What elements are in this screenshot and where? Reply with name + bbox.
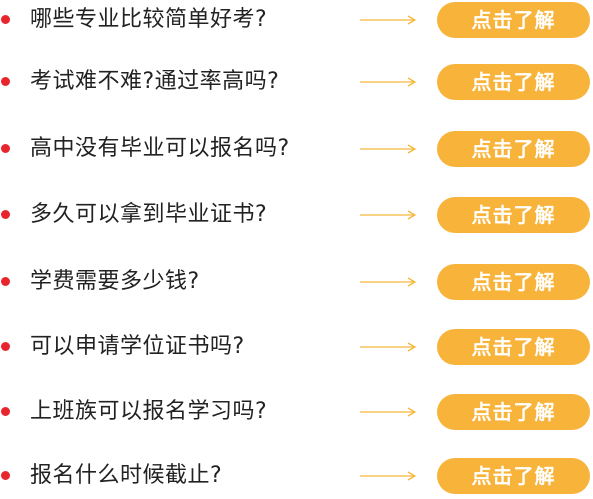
faq-question: 多久可以拿到毕业证书?: [30, 202, 268, 227]
arrow-right-icon: [360, 14, 416, 26]
red-dot-icon: [1, 210, 10, 219]
faq-item: 可以申请学位证书吗? 点击了解: [0, 327, 593, 367]
arrow-right-icon: [360, 276, 416, 288]
learn-more-button[interactable]: 点击了解: [437, 394, 590, 430]
faq-list: 哪些专业比较简单好考? 点击了解 考试难不难?通过率高吗? 点击了解 高中没有毕…: [0, 0, 593, 499]
faq-question: 可以申请学位证书吗?: [30, 334, 245, 359]
red-dot-icon: [1, 15, 10, 24]
faq-question: 哪些专业比较简单好考?: [30, 7, 268, 32]
arrow-right-icon: [360, 76, 416, 88]
red-dot-icon: [1, 77, 10, 86]
faq-question: 上班族可以报名学习吗?: [30, 399, 268, 424]
learn-more-button[interactable]: 点击了解: [437, 458, 590, 494]
learn-more-button[interactable]: 点击了解: [437, 2, 590, 38]
faq-item: 哪些专业比较简单好考? 点击了解: [0, 0, 593, 40]
red-dot-icon: [1, 342, 10, 351]
faq-question: 学费需要多少钱?: [30, 269, 200, 294]
faq-item: 多久可以拿到毕业证书? 点击了解: [0, 195, 593, 235]
faq-question: 考试难不难?通过率高吗?: [30, 69, 280, 94]
learn-more-button[interactable]: 点击了解: [437, 197, 590, 233]
faq-question: 报名什么时候截止?: [30, 463, 223, 488]
learn-more-button[interactable]: 点击了解: [437, 131, 590, 167]
faq-item: 高中没有毕业可以报名吗? 点击了解: [0, 129, 593, 169]
learn-more-button[interactable]: 点击了解: [437, 264, 590, 300]
faq-item: 学费需要多少钱? 点击了解: [0, 262, 593, 302]
faq-item: 报名什么时候截止? 点击了解: [0, 456, 593, 496]
learn-more-button[interactable]: 点击了解: [437, 329, 590, 365]
arrow-right-icon: [360, 341, 416, 353]
red-dot-icon: [1, 277, 10, 286]
arrow-right-icon: [360, 470, 416, 482]
faq-question: 高中没有毕业可以报名吗?: [30, 136, 290, 161]
arrow-right-icon: [360, 406, 416, 418]
arrow-right-icon: [360, 143, 416, 155]
arrow-right-icon: [360, 209, 416, 221]
faq-item: 上班族可以报名学习吗? 点击了解: [0, 392, 593, 432]
red-dot-icon: [1, 407, 10, 416]
faq-item: 考试难不难?通过率高吗? 点击了解: [0, 62, 593, 102]
learn-more-button[interactable]: 点击了解: [437, 64, 590, 100]
red-dot-icon: [1, 144, 10, 153]
red-dot-icon: [1, 471, 10, 480]
